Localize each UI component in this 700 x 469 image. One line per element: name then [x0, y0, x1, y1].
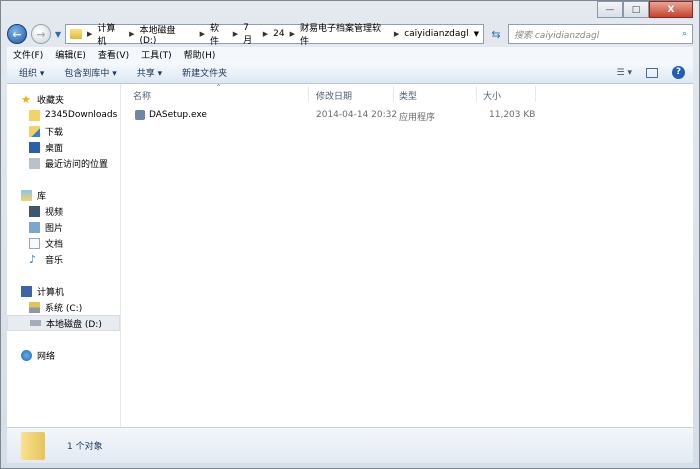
sidebar-item-music[interactable]: ♪ 音乐 — [7, 251, 120, 267]
sidebar-item-drive-d[interactable]: 本地磁盘 (D:) — [7, 315, 120, 331]
crumb-computer[interactable]: 计算机 — [97, 21, 124, 47]
caption-buttons: — □ X — [597, 1, 693, 18]
menu-tools[interactable]: 工具(T) — [141, 48, 172, 61]
organize-button[interactable]: 组织 ▾ — [19, 66, 44, 79]
computer-icon — [21, 285, 32, 297]
column-type[interactable]: 类型 — [399, 89, 417, 102]
crumb-software-folder[interactable]: 财易电子档案管理软件 — [300, 21, 389, 47]
menu-bar: 文件(F) 编辑(E) 查看(V) 工具(T) 帮助(H) — [7, 47, 693, 62]
sort-ascending-icon: ^ — [216, 84, 222, 91]
maximize-button[interactable]: □ — [623, 1, 649, 18]
menu-edit[interactable]: 编辑(E) — [55, 48, 86, 61]
sidebar-item-pictures[interactable]: 图片 — [7, 219, 120, 235]
network-icon — [21, 349, 32, 361]
recent-pages-chevron-icon[interactable]: ▼ — [55, 30, 61, 39]
sidebar-item-2345downloads[interactable]: 2345Downloads — [7, 107, 120, 123]
forward-button[interactable]: → — [31, 24, 51, 44]
main-area: ★ 收藏夹 2345Downloads 下载 桌面 最近访问的位置 库 视频 图片… — [7, 84, 693, 427]
address-dropdown-icon[interactable]: ▼ — [474, 30, 479, 38]
column-size[interactable]: 大小 — [483, 89, 501, 102]
folder-icon — [29, 109, 40, 121]
address-bar[interactable]: ▶ 计算机 ▶ 本地磁盘 (D:) ▶ 软件 ▶ 7月 ▶ 24 ▶ 财易电子档案管理软件 … — [65, 21, 484, 47]
folder-icon — [21, 431, 45, 460]
help-icon[interactable]: ? — [672, 66, 685, 79]
refresh-icon[interactable]: ⇆ — [488, 28, 504, 41]
sidebar-item-downloads[interactable]: 下载 — [7, 123, 120, 139]
crumb-july[interactable]: 7月 — [243, 23, 258, 46]
navigation-pane: ★ 收藏夹 2345Downloads 下载 桌面 最近访问的位置 库 视频 图片… — [7, 84, 121, 427]
column-headers: 名称 ^ 修改日期 类型 大小 — [121, 84, 693, 104]
details-pane: 1 个对象 — [7, 427, 693, 463]
include-in-library-button[interactable]: 包含到库中 ▾ — [64, 66, 116, 79]
desktop-icon — [29, 141, 40, 153]
column-name[interactable]: 名称 — [133, 89, 151, 102]
file-list: 名称 ^ 修改日期 类型 大小 DASetup.exe 2014-04-14 2… — [121, 84, 693, 427]
item-count: 1 个对象 — [67, 442, 103, 452]
address-row: ← → ▼ ▶ 计算机 ▶ 本地磁盘 (D:) ▶ 软件 ▶ 7月 ▶ 24 ▶ 财易电子档… — [7, 21, 693, 47]
minimize-button[interactable]: — — [597, 1, 623, 18]
menu-view[interactable]: 查看(V) — [98, 48, 129, 61]
crumb-24[interactable]: 24 — [273, 29, 284, 39]
menu-help[interactable]: 帮助(H) — [184, 48, 216, 61]
sidebar-favorites[interactable]: ★ 收藏夹 — [7, 91, 120, 107]
file-row[interactable]: DASetup.exe 2014-04-14 20:32 应用程序 11,203… — [121, 107, 693, 123]
pictures-icon — [29, 221, 40, 233]
sidebar-libraries[interactable]: 库 — [7, 187, 120, 203]
sidebar-computer[interactable]: 计算机 — [7, 283, 120, 299]
video-icon — [29, 205, 40, 217]
drive-icon — [30, 320, 41, 326]
column-date-modified[interactable]: 修改日期 — [316, 89, 352, 102]
sidebar-item-videos[interactable]: 视频 — [7, 203, 120, 219]
share-button[interactable]: 共享 ▾ — [137, 66, 162, 79]
exe-file-icon — [135, 110, 145, 120]
recent-places-icon — [29, 157, 40, 169]
sidebar-item-recent-places[interactable]: 最近访问的位置 — [7, 155, 120, 171]
new-folder-button[interactable]: 新建文件夹 — [182, 66, 227, 79]
crumb-drive-d[interactable]: 本地磁盘 (D:) — [139, 23, 194, 46]
explorer-window: — □ X ← → ▼ ▶ 计算机 ▶ 本地磁盘 (D:) ▶ 软件 ▶ 7月 ▶ 24 … — [0, 0, 700, 469]
view-options-icon[interactable]: ☰ ▾ — [617, 68, 632, 78]
system-drive-icon — [29, 301, 40, 313]
search-icon[interactable]: ⌕ — [682, 29, 687, 39]
close-button[interactable]: X — [649, 1, 693, 18]
search-input[interactable]: 搜索 caiyidianzdagl ⌕ — [508, 24, 693, 44]
preview-pane-icon[interactable] — [646, 67, 658, 78]
sidebar-item-documents[interactable]: 文档 — [7, 235, 120, 251]
star-icon: ★ — [21, 92, 31, 106]
command-bar: 组织 ▾ 包含到库中 ▾ 共享 ▾ 新建文件夹 ☰ ▾ ? — [7, 62, 693, 84]
menu-file[interactable]: 文件(F) — [13, 48, 43, 61]
folder-icon — [70, 29, 82, 39]
back-button[interactable]: ← — [7, 24, 27, 44]
sidebar-item-desktop[interactable]: 桌面 — [7, 139, 120, 155]
sidebar-network[interactable]: 网络 — [7, 347, 120, 363]
crumb-software[interactable]: 软件 — [210, 21, 228, 47]
downloads-folder-icon — [29, 125, 40, 137]
sidebar-item-drive-c[interactable]: 系统 (C:) — [7, 299, 120, 315]
libraries-icon — [21, 189, 32, 201]
music-icon: ♪ — [29, 252, 37, 266]
crumb-current[interactable]: caiyidianzdagl — [404, 29, 468, 39]
documents-icon — [29, 237, 40, 249]
